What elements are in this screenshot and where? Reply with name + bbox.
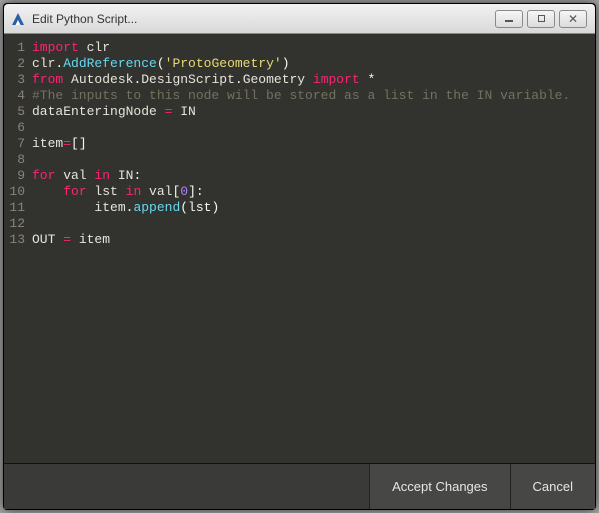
line-number: 4 bbox=[4, 88, 25, 104]
code-line[interactable] bbox=[32, 120, 595, 136]
dialog-footer: Accept Changes Cancel bbox=[4, 463, 595, 509]
editor-window: Edit Python Script... ✕ 1234567891011121… bbox=[3, 3, 596, 510]
close-button[interactable]: ✕ bbox=[559, 10, 587, 28]
code-line[interactable] bbox=[32, 152, 595, 168]
line-number: 8 bbox=[4, 152, 25, 168]
line-number: 2 bbox=[4, 56, 25, 72]
line-number: 9 bbox=[4, 168, 25, 184]
code-line[interactable]: for val in IN: bbox=[32, 168, 595, 184]
code-editor[interactable]: 12345678910111213 import clrclr.AddRefer… bbox=[4, 34, 595, 463]
code-line[interactable]: from Autodesk.DesignScript.Geometry impo… bbox=[32, 72, 595, 88]
line-number: 5 bbox=[4, 104, 25, 120]
minimize-button[interactable] bbox=[495, 10, 523, 28]
line-number: 6 bbox=[4, 120, 25, 136]
line-number: 1 bbox=[4, 40, 25, 56]
code-line[interactable]: import clr bbox=[32, 40, 595, 56]
code-line[interactable]: #The inputs to this node will be stored … bbox=[32, 88, 595, 104]
code-line[interactable]: dataEnteringNode = IN bbox=[32, 104, 595, 120]
app-icon bbox=[10, 11, 26, 27]
line-number: 10 bbox=[4, 184, 25, 200]
line-number: 7 bbox=[4, 136, 25, 152]
code-line[interactable]: OUT = item bbox=[32, 232, 595, 248]
window-controls: ✕ bbox=[495, 10, 589, 28]
titlebar: Edit Python Script... ✕ bbox=[4, 4, 595, 34]
accept-button[interactable]: Accept Changes bbox=[369, 464, 509, 509]
code-line[interactable]: item.append(lst) bbox=[32, 200, 595, 216]
code-line[interactable] bbox=[32, 216, 595, 232]
code-line[interactable]: item=[] bbox=[32, 136, 595, 152]
line-number: 3 bbox=[4, 72, 25, 88]
line-number: 12 bbox=[4, 216, 25, 232]
line-number: 13 bbox=[4, 232, 25, 248]
window-title: Edit Python Script... bbox=[32, 12, 137, 26]
code-line[interactable]: clr.AddReference('ProtoGeometry') bbox=[32, 56, 595, 72]
maximize-button[interactable] bbox=[527, 10, 555, 28]
code-line[interactable]: for lst in val[0]: bbox=[32, 184, 595, 200]
code-content[interactable]: import clrclr.AddReference('ProtoGeometr… bbox=[28, 40, 595, 463]
line-number: 11 bbox=[4, 200, 25, 216]
cancel-button[interactable]: Cancel bbox=[510, 464, 595, 509]
line-gutter: 12345678910111213 bbox=[4, 40, 28, 463]
